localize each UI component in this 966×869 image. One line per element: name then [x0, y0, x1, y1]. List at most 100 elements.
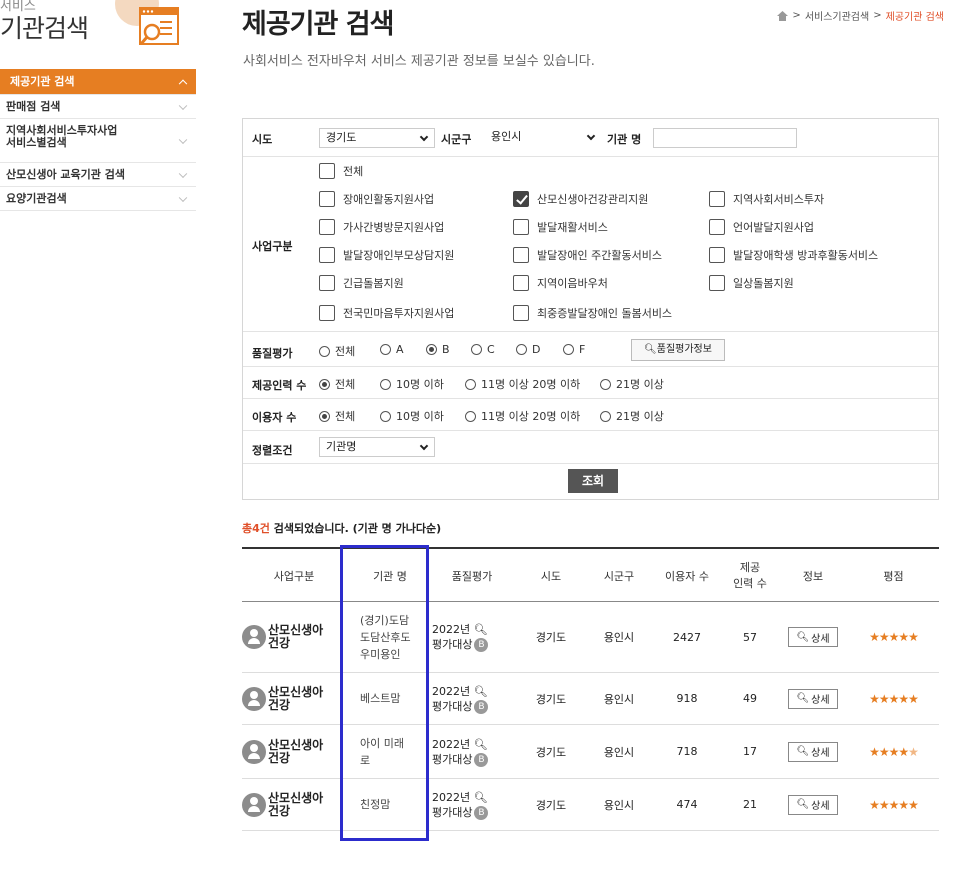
- col-header-users: 이용자 수: [665, 569, 709, 583]
- radio-dot: [319, 410, 330, 422]
- checkbox-label: 장애인활동지원사업: [343, 193, 435, 206]
- grade-badge: B: [474, 805, 489, 820]
- business-row: 사업구분 전체 장애인활동지원사업 산모신생아건강관리지원 지역사회서비스투자 …: [243, 157, 938, 332]
- row-quality-eval-line: 평가대상 B: [432, 699, 489, 714]
- checkbox-label: 지역이음바우처: [537, 277, 608, 290]
- checkbox-box: [513, 275, 529, 291]
- search-icon[interactable]: 🔍︎: [474, 685, 488, 698]
- users-radio[interactable]: 21명 이상: [600, 408, 664, 424]
- sidebar-item-store-search[interactable]: 판매점 검색: [0, 95, 196, 119]
- biz-checkbox[interactable]: 장애인활동지원사업: [319, 191, 434, 207]
- quality-radio[interactable]: C: [471, 343, 495, 356]
- row-sigungu: 용인시: [603, 631, 635, 644]
- biz-checkbox[interactable]: 긴급돌봄지원: [319, 275, 404, 291]
- biz-checkbox[interactable]: 발달재활서비스: [513, 219, 608, 235]
- biz-checkbox[interactable]: 전국민마음투자지원사업: [319, 305, 454, 321]
- radio-label: 전체: [335, 345, 356, 358]
- row-staff: 17: [743, 745, 757, 758]
- row-business-line2: 건강: [268, 636, 291, 650]
- quality-label: 품질평가: [252, 347, 293, 360]
- quality-radio[interactable]: D: [516, 343, 540, 356]
- radio-dot: [600, 410, 611, 422]
- staff-radio[interactable]: 전체: [319, 376, 355, 392]
- breadcrumb-item[interactable]: 서비스기관검색: [805, 8, 869, 23]
- grade-badge: B: [474, 699, 489, 714]
- row-sido: 경기도: [535, 798, 567, 812]
- checkbox-label: 최중증발달장애인 돌봄서비스: [537, 307, 673, 320]
- users-radio[interactable]: 11명 이상 20명 이하: [465, 408, 580, 424]
- row-quality-year-line: 2022년 🔍︎: [432, 737, 488, 752]
- row-business-line1: 산모신생아: [268, 623, 324, 637]
- checkbox-box: [513, 305, 529, 321]
- row-business: 산모신생아 건강: [242, 673, 346, 724]
- result-count-text: 검색되었습니다. (기관 명 가나다순): [269, 522, 442, 535]
- search-form: 시도 경기도 시군구 용인시 기관 명 사업구분 전체 장애인활동지원사업 산모…: [242, 118, 939, 500]
- biz-checkbox[interactable]: 가사간병방문지원사업: [319, 219, 444, 235]
- breadcrumb: > 서비스기관검색 > 제공기관 검색: [777, 8, 944, 23]
- staff-radio[interactable]: 10명 이하: [380, 376, 444, 392]
- search-icon: 🔍︎: [796, 799, 810, 810]
- user-icon: [242, 792, 266, 817]
- quality-radio[interactable]: A: [380, 343, 404, 356]
- detail-button[interactable]: 🔍︎ 상세: [788, 688, 838, 709]
- search-icon: 🔍︎: [796, 631, 810, 643]
- quality-radio[interactable]: F: [563, 343, 585, 356]
- sidebar-item-maternity-education[interactable]: 산모신생아 교육기관 검색: [0, 163, 196, 187]
- sidebar-item-care-facility[interactable]: 요양기관검색: [0, 187, 196, 211]
- col-header-sigungu: 시군구: [603, 569, 635, 583]
- sort-select[interactable]: 기관명: [319, 437, 435, 457]
- biz-checkbox[interactable]: 산모신생아건강관리지원: [513, 191, 648, 207]
- search-icon: 🔍︎: [796, 693, 810, 704]
- search-icon[interactable]: 🔍︎: [474, 738, 488, 751]
- row-sido: 경기도: [535, 692, 567, 706]
- quality-radio[interactable]: 전체: [319, 343, 355, 359]
- search-button[interactable]: 조회: [568, 469, 618, 493]
- sidebar-item-provider-search[interactable]: 제공기관 검색: [0, 69, 196, 95]
- biz-checkbox[interactable]: 최중증발달장애인 돌봄서비스: [513, 305, 672, 321]
- radio-dot: [319, 345, 330, 357]
- breadcrumb-current: 제공기관 검색: [885, 12, 944, 23]
- biz-checkbox[interactable]: 언어발달지원사업: [709, 219, 814, 235]
- detail-button[interactable]: 🔍︎ 상세: [788, 627, 838, 647]
- detail-button[interactable]: 🔍︎ 상세: [788, 741, 838, 762]
- quality-info-button[interactable]: 🔍︎품질평가정보: [631, 339, 725, 361]
- grade-badge: B: [474, 752, 489, 767]
- staff-label: 제공인력 수: [252, 379, 307, 392]
- quality-info-button-label: 품질평가정보: [656, 344, 712, 355]
- detail-button-label: 상세: [811, 695, 830, 706]
- detail-button-label: 상세: [811, 801, 830, 812]
- users-row: 이용자 수 전체 10명 이하 11명 이상 20명 이하 21명 이상: [243, 399, 938, 431]
- sidebar-item-community-service[interactable]: 지역사회서비스투자사업 서비스별검색: [0, 119, 196, 163]
- staff-radio[interactable]: 11명 이상 20명 이하: [465, 376, 580, 392]
- quality-radio[interactable]: B: [426, 343, 450, 356]
- checkbox-label: 긴급돌봄지원: [343, 277, 404, 290]
- home-icon[interactable]: [777, 10, 789, 21]
- search-icon[interactable]: 🔍︎: [474, 791, 488, 804]
- row-rating: ★★★★★: [848, 779, 939, 830]
- sido-select[interactable]: 경기도: [319, 128, 435, 148]
- sigungu-select-value: 용인시: [491, 130, 522, 143]
- checkbox-label: 지역사회서비스투자: [733, 193, 825, 206]
- biz-checkbox-all[interactable]: 전체: [319, 163, 363, 179]
- row-users: 474: [676, 798, 698, 811]
- detail-button-label: 상세: [811, 633, 830, 645]
- users-radio[interactable]: 전체: [319, 408, 355, 424]
- biz-checkbox[interactable]: 발달장애학생 방과후활동서비스: [709, 247, 878, 263]
- row-info: 🔍︎ 상세: [778, 725, 848, 778]
- org-name-input[interactable]: [653, 128, 797, 148]
- staff-radio[interactable]: 21명 이상: [600, 376, 664, 392]
- row-sigungu: 용인시: [603, 692, 635, 706]
- biz-checkbox[interactable]: 지역이음바우처: [513, 275, 608, 291]
- sigungu-select[interactable]: 용인시: [485, 128, 601, 148]
- detail-button[interactable]: 🔍︎ 상세: [788, 794, 838, 815]
- row-staff: 49: [743, 692, 757, 705]
- biz-checkbox[interactable]: 지역사회서비스투자: [709, 191, 824, 207]
- row-quality-eval: 평가대상: [432, 752, 473, 766]
- chevron-down-icon: [178, 169, 188, 178]
- search-icon[interactable]: 🔍︎: [474, 623, 488, 636]
- biz-checkbox[interactable]: 발달장애인부모상담지원: [319, 247, 454, 263]
- biz-checkbox[interactable]: 발달장애인 주간활동서비스: [513, 247, 662, 263]
- users-radio[interactable]: 10명 이하: [380, 408, 444, 424]
- biz-checkbox[interactable]: 일상돌봄지원: [709, 275, 794, 291]
- row-business-line1: 산모신생아: [268, 790, 324, 805]
